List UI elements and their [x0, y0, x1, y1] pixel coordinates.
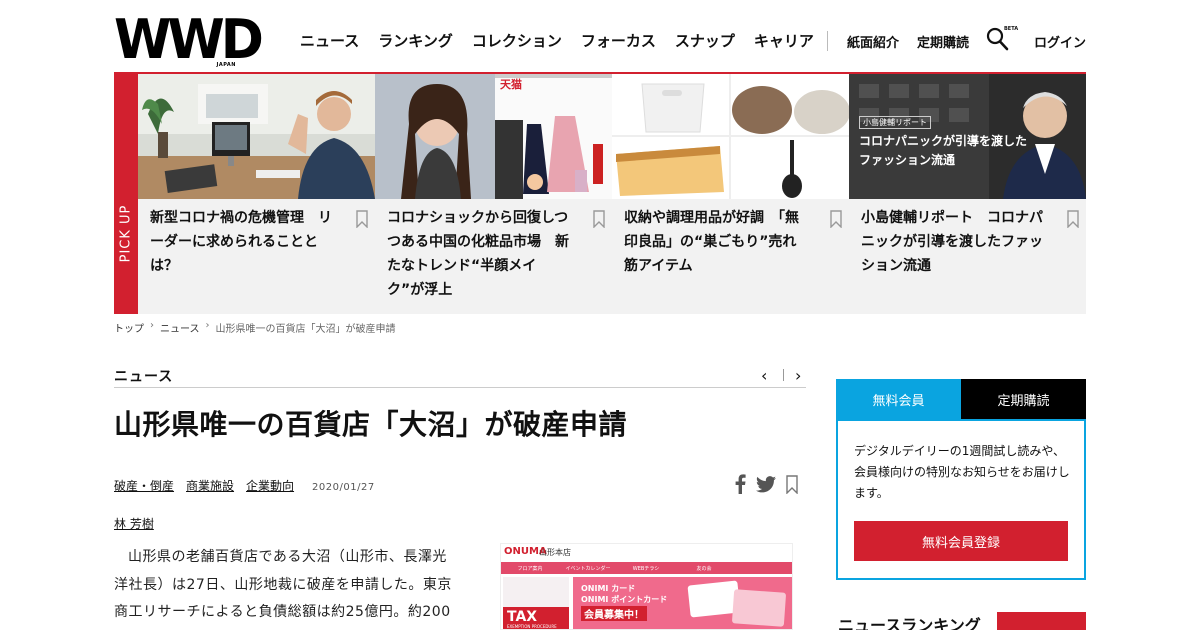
- section-title: ニュース: [114, 369, 174, 385]
- overlay-title: コロナパニックが引導を渡したファッション流通: [859, 134, 1028, 167]
- card-image-office: [138, 74, 375, 199]
- free-register-button[interactable]: 無料会員登録: [854, 521, 1068, 561]
- nav-divider: [827, 31, 828, 51]
- card-title: コロナショックから回復しつつある中国の化粧品市場 新たなトレンド“半顔メイク”が…: [387, 210, 569, 298]
- nav-collection[interactable]: コレクション: [472, 30, 562, 51]
- membership-tabs: 無料会員 定期購読: [836, 379, 1086, 420]
- facebook-icon[interactable]: [734, 474, 746, 494]
- article-date: 2020/01/27: [312, 482, 375, 493]
- breadcrumb-top[interactable]: トップ: [114, 320, 144, 335]
- breadcrumb-news[interactable]: ニュース: [160, 320, 200, 335]
- pickup-label: PICK UP: [118, 204, 134, 263]
- card-image-cosmetics: 天猫: [375, 74, 612, 199]
- card-image-muji: [612, 74, 849, 199]
- nav-news[interactable]: ニュース: [300, 30, 359, 51]
- section-head: ニュース ‹ ›: [114, 366, 806, 388]
- bookmark-icon[interactable]: [786, 474, 798, 494]
- member-description: デジタルデイリーの1週間試し読みや、会員様向けの特別なお知らせをお届けします。: [854, 444, 1070, 500]
- nav-career[interactable]: キャリア: [754, 30, 814, 51]
- card-title: 収納や調理用品が好調 「無印良品」の“巣ごもり”売れ筋アイテム: [624, 210, 799, 274]
- article-headline: 山形県唯一の百貨店「大沼」が破産申請: [114, 408, 628, 441]
- pickup-bar: PICK UP: [114, 72, 138, 314]
- img-store: 山形本店: [539, 548, 571, 557]
- article-body: 山形県の老舗百貨店である大沼（山形市、長澤光洋社長）は27日、山形地裁に破産を申…: [114, 549, 452, 620]
- pickup-card-3[interactable]: 収納や調理用品が好調 「無印良品」の“巣ごもり”売れ筋アイテム: [612, 72, 849, 314]
- tag-corporate[interactable]: 企業動向: [246, 477, 294, 494]
- nav-right: 紙面紹介 定期購読: [847, 32, 987, 51]
- bookmark-icon[interactable]: [1067, 210, 1079, 228]
- article-author[interactable]: 林 芳樹: [114, 515, 154, 532]
- bookmark-icon[interactable]: [356, 210, 368, 228]
- article-image: ONUMA 山形本店 フロア案内 イベントカレンダー WEBチラシ 友の会 TA…: [500, 543, 793, 630]
- img-menu: フロア案内 イベントカレンダー WEBチラシ 友の会: [501, 562, 792, 574]
- logo-text: WWD: [114, 8, 264, 72]
- pickup-section: PICK UP 新型コロナ禍の危機管理 リーダーに求められることとは？ 天猫 コ…: [114, 72, 1086, 314]
- nav-focus[interactable]: フォーカス: [581, 30, 656, 51]
- tag-bankruptcy[interactable]: 破産・倒産: [114, 477, 174, 494]
- nav-paper-intro[interactable]: 紙面紹介: [847, 32, 899, 51]
- prev-arrow-icon[interactable]: ‹: [761, 366, 767, 385]
- twitter-icon[interactable]: [756, 475, 776, 493]
- article-tags: 破産・倒産 商業施設 企業動向 2020/01/27: [114, 477, 375, 494]
- breadcrumb: トップ › ニュース › 山形県唯一の百貨店「大沼」が破産申請: [114, 320, 402, 335]
- nav-subscription[interactable]: 定期購読: [917, 32, 969, 51]
- nav-ranking[interactable]: ランキング: [378, 30, 453, 51]
- site-header: WWD JAPAN ニュース ランキング コレクション フォーカス スナップ キ…: [114, 0, 1086, 72]
- logo-sub: JAPAN: [216, 62, 236, 68]
- card-title: 新型コロナ禍の危機管理 リーダーに求められることとは？: [150, 210, 332, 274]
- login-link[interactable]: ログイン: [1034, 32, 1086, 51]
- tab-subscription[interactable]: 定期購読: [961, 379, 1086, 420]
- bookmark-icon[interactable]: [593, 210, 605, 228]
- img-tax: TAX: [507, 609, 538, 625]
- pickup-card-4[interactable]: 小島健輔リポート コロナパニックが引導を渡したファッション流通 小島健輔リポート…: [849, 72, 1086, 314]
- img-tax-sub: EXEMPTION PROCEDURE: [507, 624, 557, 629]
- pickup-top-line: [114, 72, 1086, 74]
- share-buttons: [734, 474, 808, 494]
- member-box: デジタルデイリーの1週間試し読みや、会員様向けの特別なお知らせをお届けします。 …: [836, 419, 1086, 580]
- arrow-divider: [783, 369, 784, 381]
- next-arrow-icon[interactable]: ›: [795, 366, 801, 385]
- tab-free-member[interactable]: 無料会員: [836, 379, 961, 420]
- nav-snap[interactable]: スナップ: [675, 30, 735, 51]
- breadcrumb-sep: ›: [205, 320, 210, 331]
- bookmark-icon[interactable]: [830, 210, 842, 228]
- ranking-tab[interactable]: [997, 612, 1086, 630]
- main-nav: ニュース ランキング コレクション フォーカス スナップ キャリア: [300, 30, 833, 51]
- breadcrumb-current: 山形県唯一の百貨店「大沼」が破産申請: [215, 324, 396, 335]
- card-title: 小島健輔リポート コロナパニックが引導を渡したファッション流通: [861, 210, 1043, 274]
- img-card-line2: ONIMI ポイントカード: [581, 595, 668, 604]
- breadcrumb-sep: ›: [150, 320, 154, 331]
- overlay-tag: 小島健輔リポート: [859, 116, 931, 129]
- tag-commercial[interactable]: 商業施設: [186, 477, 234, 494]
- pickup-card-2[interactable]: 天猫 コロナショックから回復しつつある中国の化粧品市場 新たなトレンド“半顔メイ…: [375, 72, 612, 314]
- search-beta-tag: BETA: [1004, 26, 1019, 32]
- pickup-card-1[interactable]: 新型コロナ禍の危機管理 リーダーに求められることとは？: [138, 72, 375, 314]
- img-card-line1: ONIMI カード: [581, 584, 636, 593]
- wwd-logo[interactable]: WWD JAPAN: [114, 8, 280, 72]
- img-card-line3: 会員募集中！: [581, 606, 647, 621]
- ranking-title: ニュースランキング: [838, 616, 981, 630]
- svg-text:天猫: 天猫: [500, 77, 522, 91]
